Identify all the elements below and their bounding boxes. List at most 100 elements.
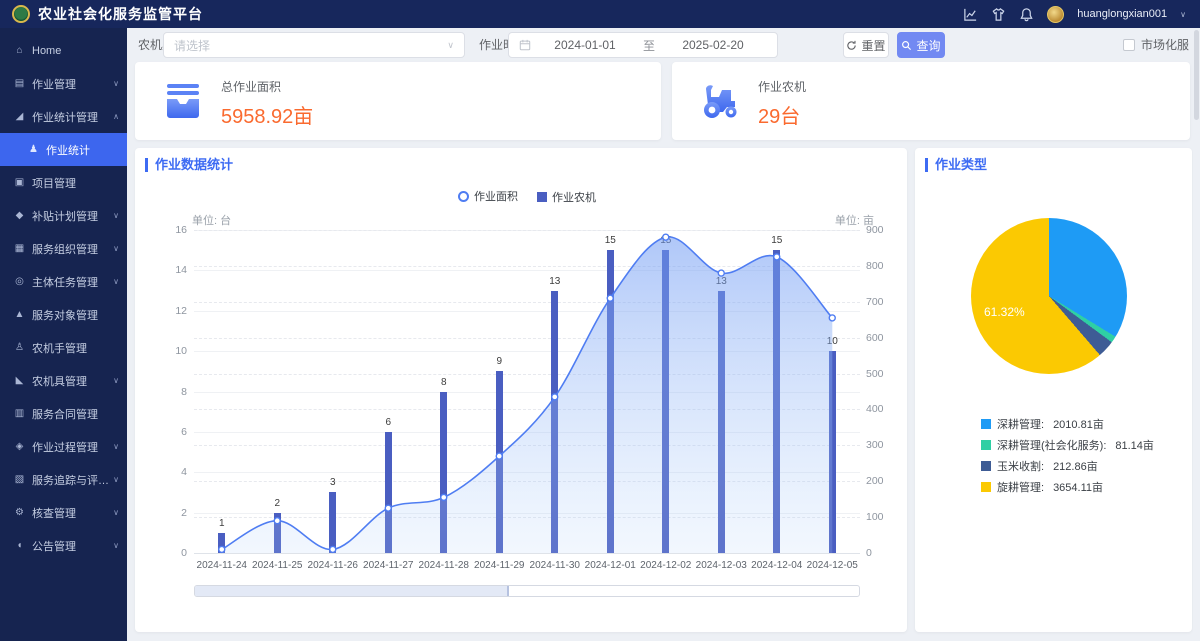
sidebar-item-job-management[interactable]: ▤作业管理∨ <box>0 67 127 100</box>
sidebar-item-service-tracking-evaluation-management[interactable]: ▧服务追踪与评价管理∨ <box>0 463 127 496</box>
sidebar-item-label: 作业统计管理 <box>32 109 111 125</box>
right-axis-tick: 200 <box>866 475 904 487</box>
date-end-value[interactable]: 2025-02-20 <box>659 38 767 52</box>
page-scrollbar[interactable] <box>1193 28 1200 641</box>
date-range-picker[interactable]: 2024-01-01 至 2025-02-20 <box>508 32 778 58</box>
search-button[interactable]: 查询 <box>897 32 945 58</box>
job-statistics-chart-panel: 作业数据统计 作业面积 作业农机 单位: 台 单位: 亩 12368913151… <box>135 148 907 632</box>
datazoom-handle[interactable] <box>195 586 509 596</box>
line-point-2024-11-29[interactable] <box>496 453 502 459</box>
right-axis-tick: 700 <box>866 296 904 308</box>
right-axis-tick: 900 <box>866 224 904 236</box>
line-point-2024-11-24[interactable] <box>219 546 225 552</box>
chevron-down-icon[interactable]: ∨ <box>1180 10 1186 19</box>
pie-legend-value: 3654.11亩 <box>1053 479 1103 495</box>
sidebar-item-machinery-management[interactable]: ◣农机具管理∨ <box>0 364 127 397</box>
sidebar-item-label: 服务追踪与评价管理 <box>32 472 111 488</box>
line-point-2024-11-26[interactable] <box>330 546 336 552</box>
filter-bar: 农机具 请选择 ∨ 作业时间 2024-01-01 至 2025-02-20 重… <box>127 28 1200 62</box>
machine-operator-management-icon: ♙ <box>13 342 26 353</box>
machine-select-placeholder: 请选择 <box>174 37 447 54</box>
chevron-down-icon: ∨ <box>113 277 119 286</box>
pie-legend-item[interactable]: 深耕管理(社会化服务):81.14亩 <box>981 437 1154 453</box>
job-management-icon: ▤ <box>13 78 26 89</box>
line-point-2024-12-05[interactable] <box>829 315 835 321</box>
pie-legend-item[interactable]: 玉米收割:212.86亩 <box>981 458 1154 474</box>
sidebar-item-machine-operator-management[interactable]: ♙农机手管理 <box>0 331 127 364</box>
machines-card: 作业农机 29台 <box>672 62 1190 140</box>
sidebar-item-inspection-management[interactable]: ⚙核查管理∨ <box>0 496 127 529</box>
service-organization-management-icon: ▦ <box>13 243 26 254</box>
sidebar-item-job-statistics[interactable]: ♟作业统计 <box>0 133 127 166</box>
pie-legend-value: 81.14亩 <box>1115 437 1154 453</box>
sidebar-item-label: 项目管理 <box>32 175 119 191</box>
x-axis-label: 2024-12-01 <box>579 560 641 571</box>
machine-select[interactable]: 请选择 ∨ <box>163 32 465 58</box>
sidebar-item-project-management[interactable]: ▣项目管理 <box>0 166 127 199</box>
username[interactable]: huanglongxian001 <box>1077 8 1167 20</box>
chart-icon[interactable] <box>963 7 978 22</box>
line-point-2024-12-03[interactable] <box>718 270 724 276</box>
machines-value: 29台 <box>758 100 806 129</box>
line-point-2024-12-01[interactable] <box>607 295 613 301</box>
x-axis-label: 2024-11-26 <box>302 560 364 571</box>
left-axis-tick: 8 <box>150 386 187 398</box>
market-service-checkbox[interactable] <box>1123 39 1135 51</box>
line-series-svg <box>194 230 860 553</box>
combo-chart-plot: 123689131515131510 <box>194 230 860 553</box>
legend-swatch-icon <box>981 440 991 450</box>
left-axis-tick: 6 <box>150 426 187 438</box>
job-process-management-icon: ◈ <box>13 441 26 452</box>
line-point-2024-12-04[interactable] <box>774 254 780 260</box>
pie-legend-item[interactable]: 旋耕管理:3654.11亩 <box>981 479 1154 495</box>
job-type-panel: 作业类型 61.32% 深耕管理:2010.81亩深耕管理(社会化服务):81.… <box>915 148 1192 632</box>
avatar[interactable] <box>1047 6 1064 23</box>
line-point-2024-11-28[interactable] <box>441 494 447 500</box>
job-type-pie-chart[interactable]: 61.32% <box>971 218 1127 374</box>
left-axis-tick: 0 <box>150 547 187 559</box>
sidebar-item-service-contract-management[interactable]: ▥服务合同管理 <box>0 397 127 430</box>
sidebar-item-service-organization-management[interactable]: ▦服务组织管理∨ <box>0 232 127 265</box>
x-axis-label: 2024-11-28 <box>413 560 475 571</box>
home-icon: ⌂ <box>13 45 26 56</box>
line-point-2024-11-27[interactable] <box>385 505 391 511</box>
sidebar-item-label: 公告管理 <box>32 538 111 554</box>
legend-swatch-icon <box>981 461 991 471</box>
sidebar-item-label: 服务对象管理 <box>32 307 119 323</box>
right-axis-tick: 400 <box>866 403 904 415</box>
line-point-2024-11-30[interactable] <box>552 394 558 400</box>
skin-icon[interactable] <box>991 7 1006 22</box>
right-axis-tick: 0 <box>866 547 904 559</box>
total-area-label: 总作业面积 <box>221 78 313 95</box>
date-start-value[interactable]: 2024-01-01 <box>531 38 639 52</box>
datazoom-slider[interactable] <box>194 585 860 597</box>
pie-legend-item[interactable]: 深耕管理:2010.81亩 <box>981 416 1154 432</box>
page-scrollbar-thumb[interactable] <box>1194 30 1199 120</box>
line-point-2024-12-02[interactable] <box>663 234 669 240</box>
sidebar-item-label: 服务组织管理 <box>32 241 111 257</box>
pie-panel-title: 作业类型 <box>925 158 987 172</box>
total-area-value: 5958.92亩 <box>221 100 313 129</box>
legend-item-area[interactable]: 作业面积 <box>458 188 518 204</box>
market-service-label[interactable]: 市场化服务 <box>1141 28 1200 62</box>
right-axis-tick: 600 <box>866 332 904 344</box>
sidebar-item-entity-task-management[interactable]: ◎主体任务管理∨ <box>0 265 127 298</box>
sidebar-item-label: 核查管理 <box>32 505 111 521</box>
x-axis-label: 2024-11-29 <box>468 560 530 571</box>
pie-legend-value: 212.86亩 <box>1053 458 1098 474</box>
x-axis-label: 2024-12-02 <box>635 560 697 571</box>
reset-button[interactable]: 重置 <box>843 32 889 58</box>
left-axis-tick: 4 <box>150 466 187 478</box>
sidebar-item-subsidy-plan-management[interactable]: ◆补贴计划管理∨ <box>0 199 127 232</box>
legend-item-machines[interactable]: 作业农机 <box>537 189 596 205</box>
line-point-2024-11-25[interactable] <box>274 518 280 524</box>
sidebar-item-home[interactable]: ⌂Home <box>0 34 127 67</box>
sidebar-item-service-object-management[interactable]: ▲服务对象管理 <box>0 298 127 331</box>
sidebar-item-announcement-management[interactable]: ◖公告管理∨ <box>0 529 127 562</box>
bell-icon[interactable] <box>1019 7 1034 22</box>
gridline <box>194 553 860 554</box>
sidebar-item-job-process-management[interactable]: ◈作业过程管理∨ <box>0 430 127 463</box>
chevron-down-icon: ∨ <box>113 442 119 451</box>
sidebar-item-job-statistics-management[interactable]: ◢作业统计管理∧ <box>0 100 127 133</box>
calendar-icon <box>519 39 531 51</box>
